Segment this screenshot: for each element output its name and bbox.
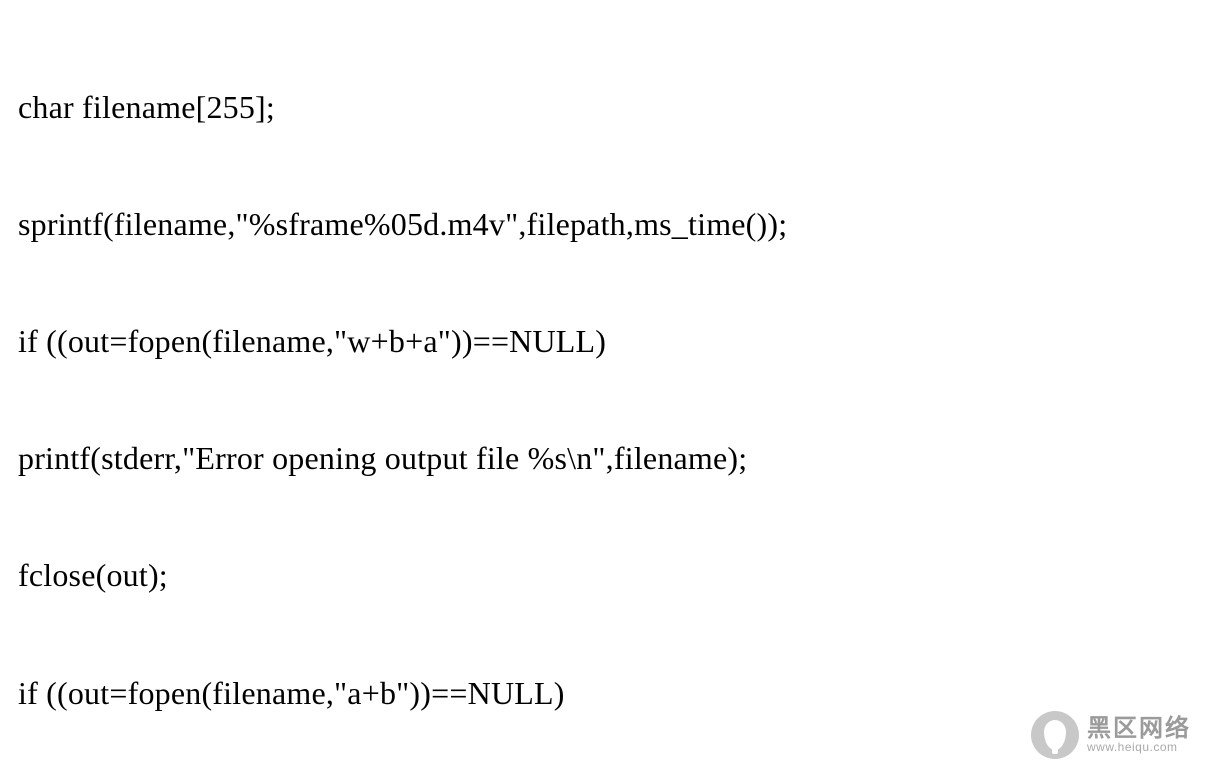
mushroom-icon xyxy=(1031,711,1079,759)
code-line: char filename[255]; xyxy=(18,88,1209,127)
code-block: char filename[255]; sprintf(filename,"%s… xyxy=(18,10,1209,781)
document-page: char filename[255]; sprintf(filename,"%s… xyxy=(0,0,1209,771)
watermark-text: 黑区网络 www.heiqu.com xyxy=(1087,717,1191,753)
code-line: sprintf(filename,"%sframe%05d.m4v",filep… xyxy=(18,205,1209,244)
watermark-cn: 黑区网络 xyxy=(1087,717,1191,741)
code-line: printf(stderr,"Error opening output file… xyxy=(18,439,1209,478)
watermark: 黑区网络 www.heiqu.com xyxy=(1031,711,1191,759)
code-line: if ((out=fopen(filename,"w+b+a"))==NULL) xyxy=(18,322,1209,361)
code-line: fclose(out); xyxy=(18,556,1209,595)
watermark-en: www.heiqu.com xyxy=(1087,741,1191,753)
code-line: if ((out=fopen(filename,"a+b"))==NULL) xyxy=(18,674,1209,713)
